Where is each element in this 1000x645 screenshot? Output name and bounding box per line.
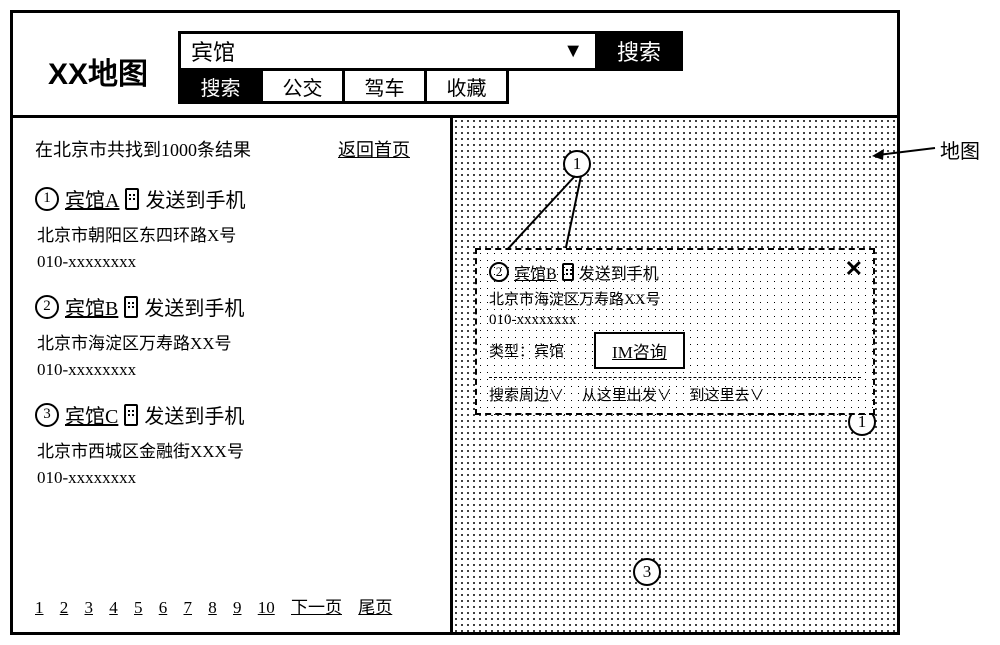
- from-here-link[interactable]: 从这里出发∨: [582, 388, 672, 404]
- result-address: 北京市西城区金融街XXX号: [37, 437, 428, 462]
- search-input[interactable]: 宾馆 ▼: [178, 31, 598, 71]
- tab-bus[interactable]: 公交: [260, 68, 345, 104]
- search-nearby-link[interactable]: 搜索周边∨: [489, 388, 564, 404]
- result-address: 北京市朝阳区东四环路X号: [37, 221, 428, 246]
- send-to-phone-link[interactable]: 发送到手机: [145, 184, 245, 213]
- result-number: 1: [35, 187, 59, 211]
- popup-tel: 010-xxxxxxxx: [489, 312, 577, 329]
- phone-icon: [562, 263, 574, 281]
- result-tel: 010-xxxxxxxx: [37, 468, 428, 488]
- last-page-link[interactable]: 尾页: [358, 598, 392, 617]
- callout-connector: [503, 174, 593, 254]
- page-link[interactable]: 10: [258, 598, 275, 617]
- page-link[interactable]: 1: [35, 598, 44, 617]
- back-home-link[interactable]: 返回首页: [338, 136, 410, 162]
- page-link[interactable]: 8: [208, 598, 217, 617]
- map-annotation-label: 地图: [940, 135, 1000, 164]
- popup-number: 2: [489, 262, 509, 282]
- page-link[interactable]: 3: [85, 598, 94, 617]
- send-to-phone-link[interactable]: 发送到手机: [144, 292, 244, 321]
- search-value: 宾馆: [191, 35, 235, 67]
- page-link[interactable]: 4: [109, 598, 118, 617]
- search-button[interactable]: 搜索: [598, 31, 683, 71]
- page-link[interactable]: 9: [233, 598, 242, 617]
- popup-address: 北京市海淀区万寿路XX号: [489, 288, 861, 309]
- map-canvas[interactable]: 1 1 3 ✕ 2 宾馆B 发送到手机 北京市海淀区万寿路XX号: [453, 118, 897, 632]
- result-item: 3 宾馆C 发送到手机 北京市西城区金融街XXX号 010-xxxxxxxx: [35, 400, 428, 488]
- page-link[interactable]: 5: [134, 598, 143, 617]
- results-sidebar: 在北京市共找到1000条结果 返回首页 1 宾馆A 发送到手机 北京市朝阳区东四…: [13, 118, 453, 632]
- phone-icon: [124, 296, 138, 318]
- result-address: 北京市海淀区万寿路XX号: [37, 329, 428, 354]
- im-consult-button[interactable]: IM咨询: [594, 332, 685, 369]
- map-pin[interactable]: 3: [633, 558, 661, 586]
- tab-drive[interactable]: 驾车: [342, 68, 427, 104]
- header: XX地图 宾馆 ▼ 搜索 搜索 公交 驾车 收藏: [13, 13, 897, 118]
- phone-icon: [125, 188, 139, 210]
- results-summary: 在北京市共找到1000条结果: [35, 136, 251, 162]
- annotation-arrow-icon: [870, 130, 940, 160]
- phone-icon: [124, 404, 138, 426]
- pagination: 1 2 3 4 5 6 7 8 9 10 下一页 尾页: [35, 593, 404, 618]
- page-link[interactable]: 6: [159, 598, 168, 617]
- tab-search[interactable]: 搜索: [178, 68, 263, 104]
- app-logo: XX地图: [48, 49, 148, 93]
- popup-type-label: 类型：: [489, 340, 534, 361]
- result-number: 3: [35, 403, 59, 427]
- popup-send-phone[interactable]: 发送到手机: [579, 260, 659, 284]
- dropdown-icon[interactable]: ▼: [563, 40, 583, 63]
- result-tel: 010-xxxxxxxx: [37, 360, 428, 380]
- result-name-link[interactable]: 宾馆B: [65, 292, 118, 321]
- result-item: 1 宾馆A 发送到手机 北京市朝阳区东四环路X号 010-xxxxxxxx: [35, 184, 428, 272]
- to-here-link[interactable]: 到这里去∨: [690, 388, 765, 404]
- result-number: 2: [35, 295, 59, 319]
- page-link[interactable]: 2: [60, 598, 69, 617]
- result-item: 2 宾馆B 发送到手机 北京市海淀区万寿路XX号 010-xxxxxxxx: [35, 292, 428, 380]
- popup-actions: 搜索周边∨ 从这里出发∨ 到这里去∨: [489, 377, 861, 405]
- search-mode-tabs: 搜索 公交 驾车 收藏: [178, 68, 683, 104]
- popup-type-value: 宾馆: [534, 340, 564, 361]
- tab-favorites[interactable]: 收藏: [424, 68, 509, 104]
- popup-name-link[interactable]: 宾馆B: [514, 260, 557, 284]
- result-name-link[interactable]: 宾馆C: [65, 400, 118, 429]
- close-icon[interactable]: ✕: [845, 256, 863, 282]
- page-link[interactable]: 7: [184, 598, 193, 617]
- map-popup: ✕ 2 宾馆B 发送到手机 北京市海淀区万寿路XX号 010-xxxxxxxx …: [475, 248, 875, 415]
- result-tel: 010-xxxxxxxx: [37, 252, 428, 272]
- send-to-phone-link[interactable]: 发送到手机: [144, 400, 244, 429]
- result-name-link[interactable]: 宾馆A: [65, 184, 119, 213]
- next-page-link[interactable]: 下一页: [291, 598, 342, 617]
